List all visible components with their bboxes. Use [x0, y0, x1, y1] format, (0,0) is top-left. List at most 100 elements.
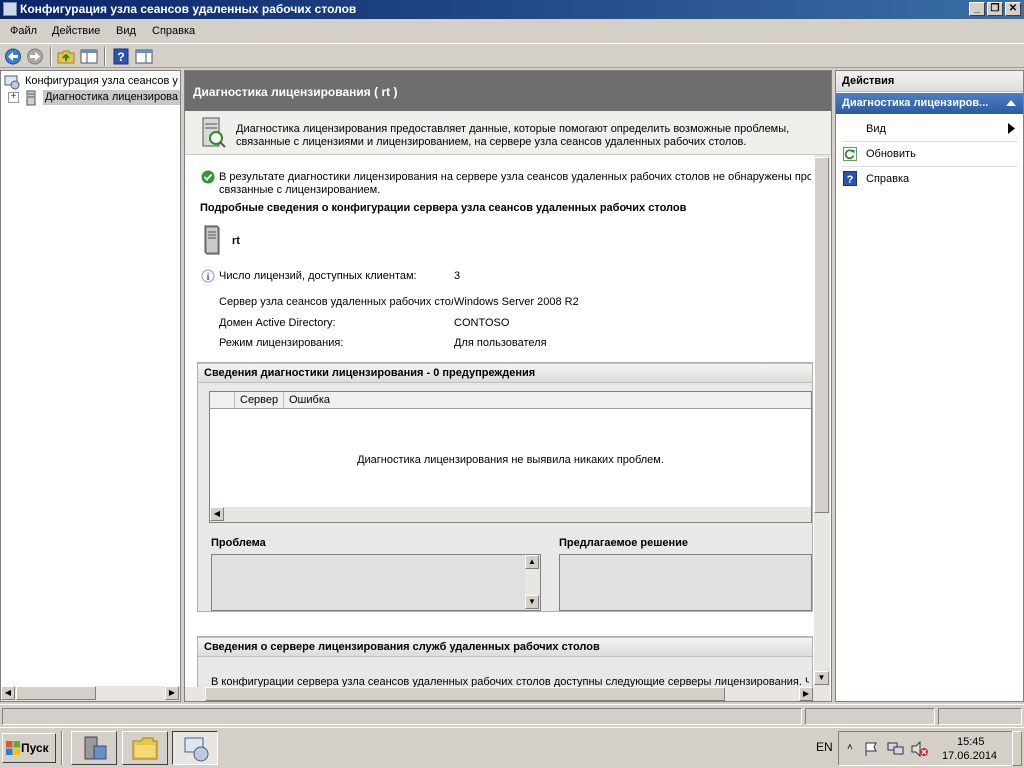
up-folder-icon[interactable] [57, 48, 75, 65]
diagnostics-section-header: Сведения диагностики лицензирования - 0 … [198, 363, 812, 383]
close-button[interactable]: ✕ [1005, 2, 1021, 16]
actions-pane: Действия Диагностика лицензиров... Вид О… [835, 70, 1024, 702]
field-label-licensing-mode: Режим лицензирования: [219, 337, 344, 349]
field-label-licenses: Число лицензий, доступных клиентам: [219, 270, 417, 282]
divider [842, 166, 1018, 167]
forward-icon[interactable] [26, 48, 44, 65]
rd-config-icon [184, 737, 209, 762]
window-title: Конфигурация узла сеансов удаленных рабо… [20, 2, 357, 16]
system-tray: ˄ 15:45 17.06.2014 [838, 731, 1022, 766]
action-center-flag-icon[interactable] [863, 741, 879, 757]
diagnostics-icon [26, 90, 36, 106]
tree-expander[interactable]: + [8, 92, 19, 103]
scroll-thumb[interactable] [16, 686, 96, 700]
field-value-licenses: 3 [454, 270, 461, 282]
status-cell-2 [805, 708, 935, 725]
tree-root-label[interactable]: Конфигурация узла сеансов у [25, 75, 180, 87]
table-header-row: Сервер Ошибка [210, 392, 811, 409]
network-icon[interactable] [887, 741, 905, 757]
actions-group-header[interactable]: Диагностика лицензиров... [836, 93, 1023, 114]
menu-bar: Файл Действие Вид Справка [0, 20, 1024, 42]
action-item-help[interactable]: Справка [866, 173, 909, 185]
licensing-diagnostics-icon [202, 117, 226, 148]
scroll-left-button[interactable]: ◀ [1, 686, 15, 700]
maximize-button[interactable]: ❐ [987, 2, 1003, 16]
taskbar-separator [61, 731, 63, 765]
column-header-error[interactable]: Ошибка [284, 392, 344, 408]
action-item-refresh[interactable]: Обновить [866, 148, 916, 160]
scroll-thumb[interactable] [814, 157, 829, 513]
show-hide-action-pane-icon[interactable] [135, 48, 153, 65]
svg-text:i: i [207, 272, 210, 283]
taskbar-explorer[interactable] [122, 731, 168, 765]
taskbar-server-manager[interactable] [71, 731, 117, 765]
refresh-icon [843, 147, 857, 161]
scroll-thumb[interactable] [205, 687, 725, 701]
menu-file[interactable]: Файл [10, 23, 37, 39]
diagnostics-section: Сведения диагностики лицензирования - 0 … [197, 362, 813, 612]
solution-textbox[interactable] [559, 554, 812, 611]
field-value-os: Windows Server 2008 R2 [454, 296, 579, 308]
svg-text:?: ? [847, 174, 854, 186]
status-bar [0, 704, 1024, 726]
results-vscrollbar[interactable]: ▼ [814, 155, 830, 687]
column-header-server[interactable]: Сервер [235, 392, 284, 408]
server-manager-icon [84, 736, 107, 760]
clock-time[interactable]: 15:45 [957, 736, 985, 748]
taskbar-rd-config-active[interactable] [172, 731, 218, 765]
scroll-right-button[interactable]: ▶ [799, 687, 813, 701]
results-hscrollbar[interactable]: ▶ [185, 687, 830, 701]
field-value-domain: CONTOSO [454, 317, 510, 329]
rd-config-icon [4, 75, 20, 90]
result-message-line-1: В результате диагностики лицензирования … [219, 171, 811, 183]
table-header-spacer [210, 392, 235, 408]
volume-muted-icon[interactable] [911, 741, 929, 757]
success-check-icon [201, 170, 215, 184]
server-name: rt [232, 235, 240, 247]
scroll-down-button[interactable]: ▼ [814, 671, 829, 685]
collapse-arrow-icon[interactable] [1006, 99, 1016, 107]
scroll-down-button[interactable]: ▼ [525, 595, 539, 609]
scroll-left-button[interactable]: ◀ [210, 507, 224, 521]
tree-hscrollbar[interactable]: ◀ ▶ [1, 686, 180, 701]
folder-icon [132, 737, 158, 760]
actions-title: Действия [836, 71, 1023, 92]
result-message-line-2: связанные с лицензированием. [219, 184, 381, 196]
scroll-right-button[interactable]: ▶ [165, 686, 179, 700]
show-hide-tree-icon[interactable] [80, 48, 98, 65]
show-desktop-button[interactable] [1012, 731, 1022, 766]
table-empty-message: Диагностика лицензирования не выявила ни… [357, 454, 664, 466]
description-panel: Диагностика лицензирования предоставляет… [185, 111, 831, 155]
problem-textbox[interactable]: ▲ ▼ [211, 554, 541, 611]
menu-action[interactable]: Действие [52, 23, 100, 39]
help-icon[interactable]: ? [112, 48, 130, 65]
divider [842, 141, 1018, 142]
toolbar-separator [104, 47, 106, 66]
windows-logo-icon [6, 741, 20, 755]
menu-help[interactable]: Справка [152, 23, 195, 39]
problem-label: Проблема [211, 537, 266, 549]
action-item-view[interactable]: Вид [866, 123, 886, 135]
results-pane: Диагностика лицензирования ( rt ) Диагно… [184, 70, 832, 702]
problem-vscrollbar[interactable]: ▲ ▼ [525, 555, 540, 610]
field-label-domain: Домен Active Directory: [219, 317, 336, 329]
solution-label: Предлагаемое решение [559, 537, 689, 549]
actions-group-label: Диагностика лицензиров... [842, 97, 989, 109]
diagnostics-table: Сервер Ошибка Диагностика лицензирования… [209, 391, 812, 523]
language-indicator[interactable]: EN [816, 740, 833, 754]
tray-expand-icon[interactable]: ˄ [847, 742, 853, 753]
back-icon[interactable] [4, 48, 22, 65]
clock-date[interactable]: 17.06.2014 [942, 750, 997, 762]
app-icon[interactable] [3, 2, 17, 16]
console-tree: Конфигурация узла сеансов у + Диагностик… [0, 70, 181, 702]
toolbar-separator [50, 47, 52, 66]
field-label-os: Сервер узла сеансов удаленных рабочих ст… [219, 296, 453, 308]
minimize-button[interactable]: _ [969, 2, 985, 16]
status-cell-3 [938, 708, 1022, 725]
menu-view[interactable]: Вид [116, 23, 136, 39]
info-icon: i [201, 269, 215, 283]
title-bar[interactable]: Конфигурация узла сеансов удаленных рабо… [0, 0, 1024, 19]
scroll-up-button[interactable]: ▲ [525, 555, 539, 569]
table-hscrollbar[interactable]: ◀ [210, 507, 811, 522]
tree-item-licensing-diagnostics[interactable]: Диагностика лицензирова [43, 90, 180, 105]
